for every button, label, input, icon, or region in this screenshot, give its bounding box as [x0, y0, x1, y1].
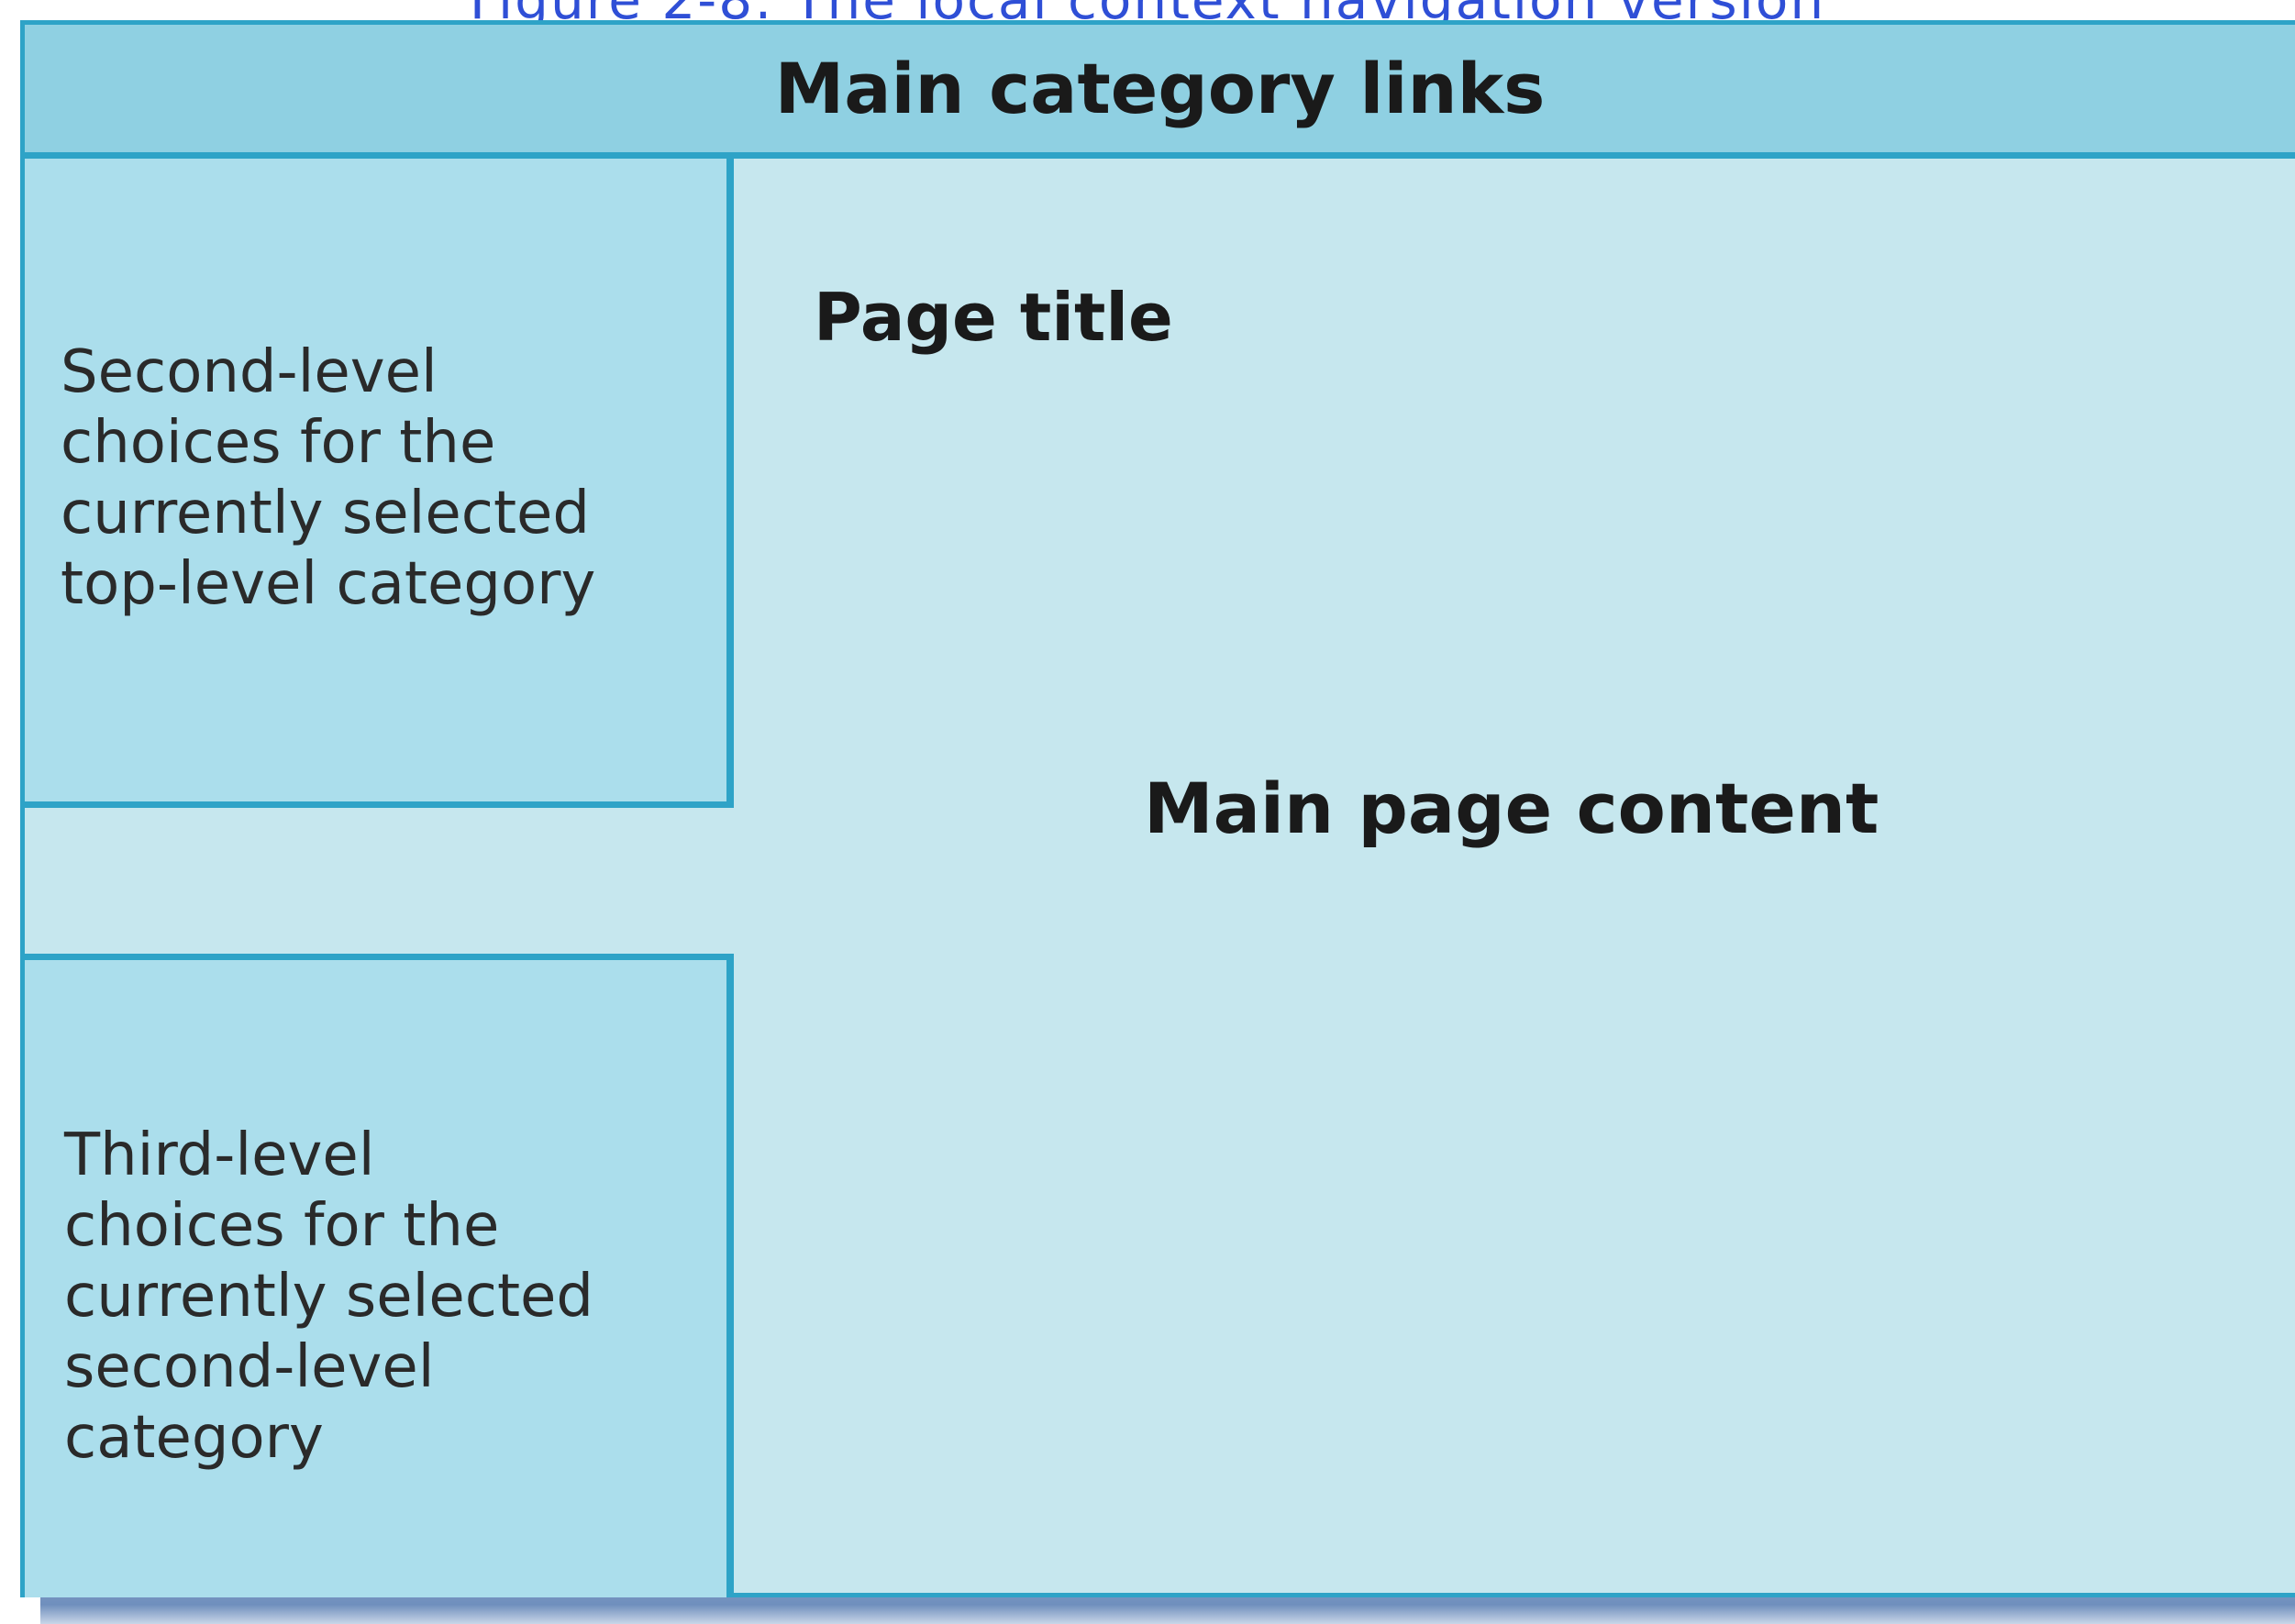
second-level-line: choices for the: [61, 409, 496, 477]
third-level-line: category: [64, 1404, 324, 1472]
page-title: Page title: [814, 279, 1173, 356]
third-level-line: choices for the: [64, 1192, 500, 1260]
second-level-choices-text: Second-level choices for the currently s…: [61, 337, 595, 620]
layout-diagram: Main category links Second-level choices…: [20, 20, 2295, 1597]
second-level-line: currently selected: [61, 480, 591, 547]
main-category-links-label: Main category links: [774, 48, 1546, 129]
third-level-line: second-level: [64, 1333, 435, 1401]
second-level-line: top-level category: [61, 550, 596, 618]
second-level-line: Second-level: [61, 338, 438, 406]
third-level-line: Third-level: [64, 1121, 375, 1189]
second-level-choices-panel: Second-level choices for the currently s…: [25, 159, 734, 808]
main-page-content-label: Main page content: [1144, 768, 1879, 849]
third-level-line: currently selected: [64, 1263, 594, 1331]
third-level-choices-panel: Third-level choices for the currently se…: [25, 954, 734, 1597]
third-level-choices-text: Third-level choices for the currently se…: [64, 1121, 593, 1474]
main-category-links-bar: Main category links: [25, 25, 2295, 159]
